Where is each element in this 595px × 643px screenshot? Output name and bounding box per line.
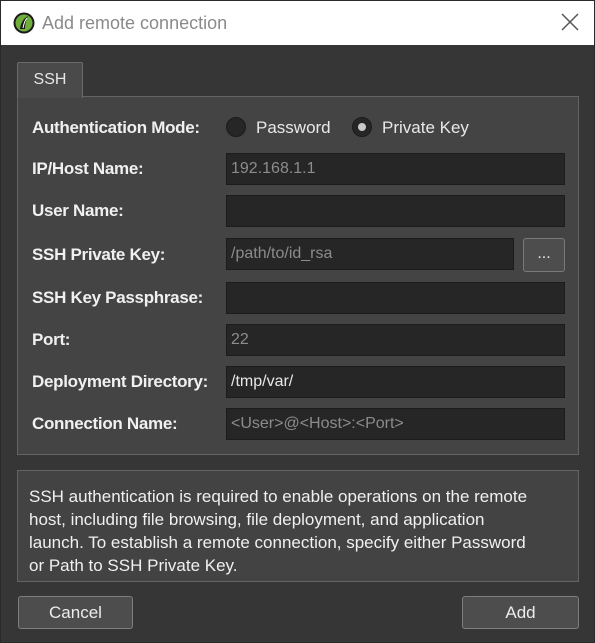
- close-icon[interactable]: [559, 11, 581, 33]
- browse-key-button[interactable]: ...: [523, 238, 565, 272]
- user-name-input[interactable]: [226, 195, 565, 227]
- private-key-radio[interactable]: [352, 117, 372, 137]
- passphrase-label: SSH Key Passphrase:: [32, 288, 203, 307]
- add-remote-connection-dialog: Add remote connection SSH Authentication…: [0, 0, 595, 643]
- port-input[interactable]: 22: [226, 324, 565, 356]
- add-button[interactable]: Add: [462, 596, 579, 629]
- info-text-line: launch. To establish a remote connection…: [29, 533, 526, 552]
- port-label: Port:: [32, 330, 71, 349]
- cancel-button[interactable]: Cancel: [18, 596, 133, 629]
- private-key-input[interactable]: /path/to/id_rsa: [226, 238, 514, 270]
- host-label: IP/Host Name:: [32, 159, 144, 178]
- host-input[interactable]: 192.168.1.1: [226, 153, 565, 185]
- private-key-label: SSH Private Key:: [32, 245, 166, 264]
- connection-name-label: Connection Name:: [32, 414, 178, 433]
- deployment-directory-input[interactable]: /tmp/var/: [226, 366, 565, 398]
- info-box: SSH authentication is required to enable…: [17, 470, 579, 582]
- window-title: Add remote connection: [42, 13, 228, 33]
- deployment-directory-label: Deployment Directory:: [32, 372, 209, 391]
- info-text-line: or Path to SSH Private Key.: [29, 556, 238, 575]
- auth-mode-label: Authentication Mode:: [32, 118, 200, 137]
- passphrase-input[interactable]: [226, 282, 565, 314]
- password-radio-label[interactable]: Password: [256, 118, 331, 138]
- tab-ssh[interactable]: SSH: [17, 62, 83, 98]
- info-text-line: host, including file browsing, file depl…: [29, 510, 485, 529]
- connection-name-input[interactable]: <User>@<Host>:<Port>: [226, 408, 565, 440]
- ssh-settings-panel: [17, 96, 579, 455]
- private-key-radio-label[interactable]: Private Key: [382, 118, 469, 138]
- title-bar: Add remote connection: [1, 1, 594, 45]
- user-name-label: User Name:: [32, 201, 124, 220]
- info-text-line: SSH authentication is required to enable…: [29, 487, 528, 506]
- password-radio[interactable]: [226, 117, 246, 137]
- app-logo-icon: [13, 12, 35, 34]
